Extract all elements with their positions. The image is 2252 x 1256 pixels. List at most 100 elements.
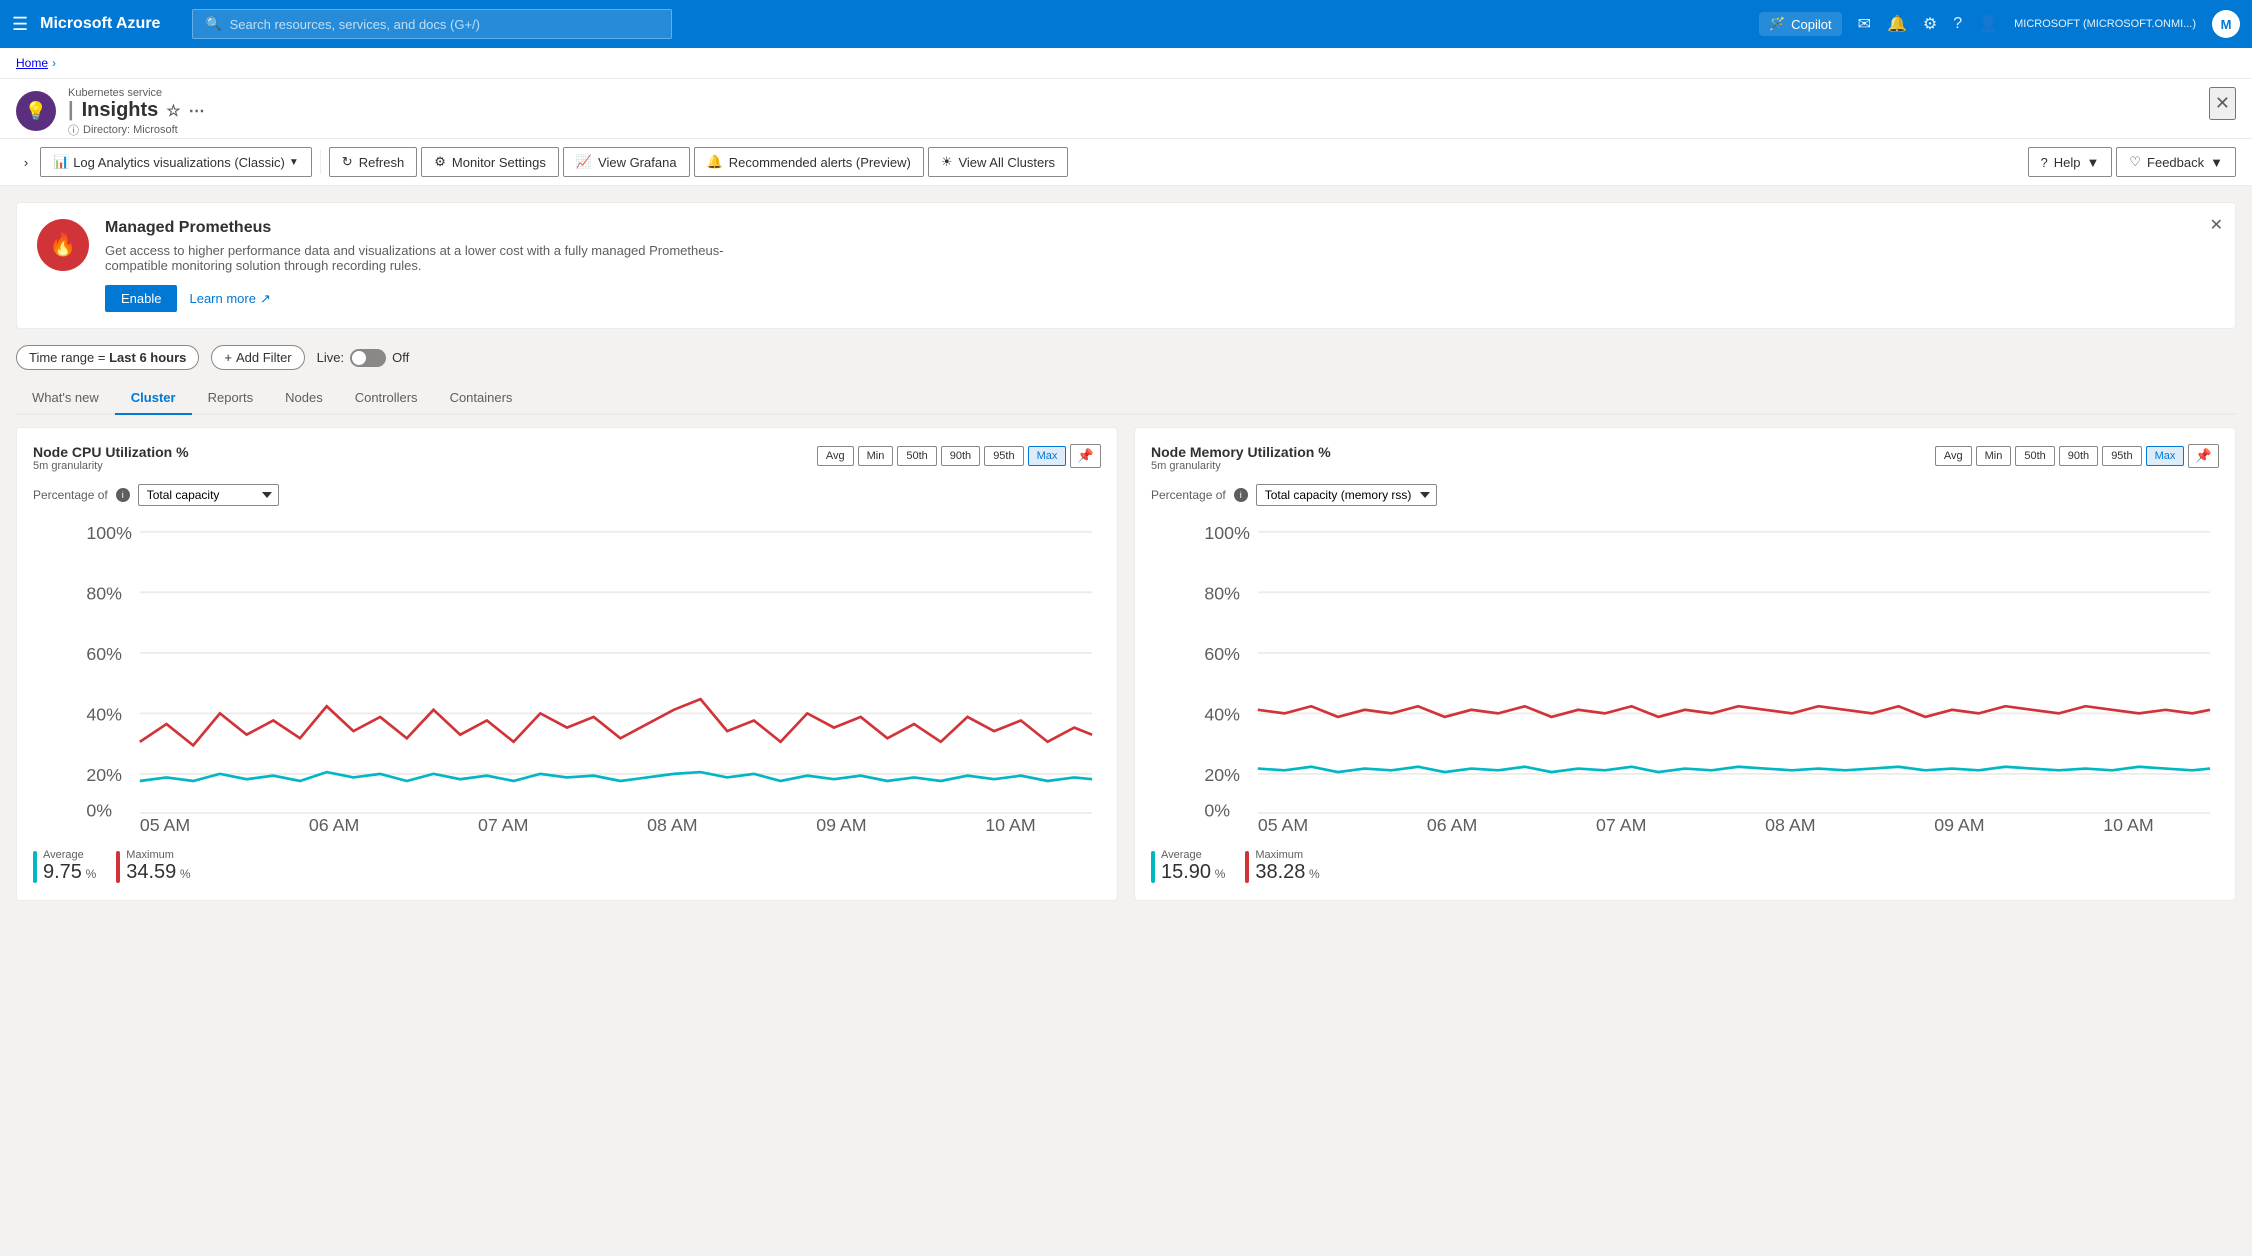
memory-info-icon[interactable]: i	[1234, 488, 1248, 502]
tab-whats-new[interactable]: What's new	[16, 382, 115, 415]
tab-containers[interactable]: Containers	[434, 382, 529, 415]
favorite-star-icon[interactable]: ☆	[166, 101, 180, 121]
toolbar-right: ? Help ▼ ♡ Feedback ▼	[2028, 147, 2236, 177]
memory-capacity-select[interactable]: Total capacity (memory rss) Total capaci…	[1256, 484, 1437, 506]
memory-90th-btn[interactable]: 90th	[2059, 446, 2098, 466]
feedback-icon[interactable]: 👤	[1978, 14, 1998, 34]
tab-controllers[interactable]: Controllers	[339, 382, 434, 415]
clusters-icon: ☀	[941, 154, 953, 170]
memory-pin-button[interactable]: 📌	[2188, 444, 2219, 468]
charts-grid: Node CPU Utilization % 5m granularity Av…	[16, 427, 2236, 901]
cpu-title-area: Node CPU Utilization % 5m granularity	[33, 444, 189, 472]
cpu-info-icon[interactable]: i	[116, 488, 130, 502]
hamburger-menu[interactable]: ☰	[12, 14, 28, 35]
max-swatch	[116, 851, 120, 883]
feedback-button[interactable]: ♡ Feedback ▼	[2116, 147, 2236, 177]
svg-text:20%: 20%	[86, 765, 122, 785]
cpu-capacity-select[interactable]: Total capacity Allocatable capacity	[138, 484, 279, 506]
memory-avg-btn[interactable]: Avg	[1935, 446, 1972, 466]
toolbar-divider-1	[320, 150, 321, 174]
memory-95th-btn[interactable]: 95th	[2102, 446, 2141, 466]
banner-body: Managed Prometheus Get access to higher …	[105, 219, 2215, 312]
filter-bar: Time range = Last 6 hours + Add Filter L…	[16, 345, 2236, 370]
live-toggle-switch[interactable]	[350, 349, 386, 367]
feedback-caret-icon: ▼	[2210, 155, 2223, 170]
svg-text:08 AM: 08 AM	[647, 815, 697, 835]
copilot-button[interactable]: 🪄 Copilot	[1759, 12, 1842, 36]
filter-plus-icon: +	[224, 350, 232, 365]
recommended-alerts-button[interactable]: 🔔 Recommended alerts (Preview)	[694, 147, 924, 177]
memory-min-btn[interactable]: Min	[1976, 446, 2012, 466]
cpu-avg-legend: Average 9.75 %	[33, 849, 96, 884]
svg-text:0%: 0%	[1204, 801, 1230, 821]
cpu-filter-row: Percentage of i Total capacity Allocatab…	[33, 484, 1101, 506]
memory-chart-header: Node Memory Utilization % 5m granularity…	[1151, 444, 2219, 472]
search-icon: 🔍	[205, 16, 221, 32]
tab-cluster[interactable]: Cluster	[115, 382, 192, 415]
cpu-percentage-label: Percentage of	[33, 488, 108, 502]
memory-chart-svg: 100% 80% 60% 40% 20% 0% 05 AM 06 AM	[1151, 514, 2219, 834]
home-link[interactable]: Home	[16, 56, 48, 70]
tab-reports[interactable]: Reports	[192, 382, 270, 415]
prometheus-icon: 🔥	[37, 219, 89, 271]
tab-nodes[interactable]: Nodes	[269, 382, 339, 415]
memory-max-legend: Maximum 38.28 %	[1245, 849, 1319, 884]
view-selector-label: Log Analytics visualizations (Classic)	[73, 155, 285, 170]
svg-text:40%: 40%	[1204, 704, 1240, 724]
bell-icon[interactable]: 🔔	[1887, 14, 1907, 34]
user-info: MICROSOFT (MICROSOFT.ONMI...)	[2014, 18, 2196, 30]
enable-button[interactable]: Enable	[105, 285, 177, 312]
cpu-avg-btn[interactable]: Avg	[817, 446, 854, 466]
time-range-button[interactable]: Time range = Last 6 hours	[16, 345, 199, 370]
view-grafana-button[interactable]: 📈 View Grafana	[563, 147, 690, 177]
view-grafana-label: View Grafana	[598, 155, 677, 170]
add-filter-button[interactable]: + Add Filter	[211, 345, 304, 370]
cpu-90th-btn[interactable]: 90th	[941, 446, 980, 466]
memory-max-swatch	[1245, 851, 1249, 883]
feedback-label: Feedback	[2147, 155, 2204, 170]
azure-logo: Microsoft Azure	[40, 15, 160, 33]
refresh-button[interactable]: ↻ Refresh	[329, 147, 417, 177]
help-button[interactable]: ? Help ▼	[2028, 147, 2113, 177]
cpu-chart-controls: Avg Min 50th 90th 95th Max 📌	[817, 444, 1101, 468]
memory-50th-btn[interactable]: 50th	[2015, 446, 2054, 466]
info-icon: ⓘ	[68, 122, 79, 138]
search-input[interactable]	[230, 17, 660, 32]
managed-prometheus-banner: 🔥 Managed Prometheus Get access to highe…	[16, 202, 2236, 329]
cpu-50th-btn[interactable]: 50th	[897, 446, 936, 466]
cpu-min-btn[interactable]: Min	[858, 446, 894, 466]
add-filter-label: Add Filter	[236, 350, 292, 365]
monitor-settings-button[interactable]: ⚙ Monitor Settings	[421, 147, 559, 177]
more-options-icon[interactable]: ⋯	[189, 101, 205, 121]
memory-max-btn[interactable]: Max	[2146, 446, 2185, 466]
svg-text:07 AM: 07 AM	[1596, 815, 1646, 835]
cpu-avg-value-row: 9.75 %	[43, 861, 96, 884]
view-selector-button[interactable]: 📊 Log Analytics visualizations (Classic)…	[40, 147, 312, 177]
toolbar: › 📊 Log Analytics visualizations (Classi…	[0, 139, 2252, 186]
live-toggle: Live: Off	[317, 349, 410, 367]
heart-icon: ♡	[2129, 154, 2141, 170]
close-button[interactable]: ✕	[2209, 87, 2236, 120]
nav-icons: 🪄 Copilot ✉ 🔔 ⚙ ? 👤 MICROSOFT (MICROSOFT…	[1759, 10, 2240, 38]
page-header: 💡 Kubernetes service | Insights ☆ ⋯ ⓘ Di…	[0, 79, 2252, 139]
memory-chart-legend: Average 15.90 % Maximum 38.28 %	[1151, 849, 2219, 884]
cpu-chart-subtitle: 5m granularity	[33, 460, 189, 472]
cpu-max-btn[interactable]: Max	[1028, 446, 1067, 466]
banner-close-button[interactable]: ✕	[2210, 215, 2223, 235]
expand-nav-button[interactable]: ›	[16, 152, 36, 172]
search-bar[interactable]: 🔍	[192, 9, 672, 39]
cpu-pin-button[interactable]: 📌	[1070, 444, 1101, 468]
memory-max-info: Maximum 38.28 %	[1255, 849, 1319, 884]
mail-icon[interactable]: ✉	[1858, 14, 1871, 34]
svg-text:10 AM: 10 AM	[985, 815, 1035, 835]
memory-chart-subtitle: 5m granularity	[1151, 460, 1331, 472]
avatar[interactable]: M	[2212, 10, 2240, 38]
monitor-settings-label: Monitor Settings	[452, 155, 546, 170]
svg-text:80%: 80%	[86, 583, 122, 603]
cpu-95th-btn[interactable]: 95th	[984, 446, 1023, 466]
memory-avg-info: Average 15.90 %	[1161, 849, 1225, 884]
learn-more-link[interactable]: Learn more ↗	[189, 291, 270, 307]
help-icon[interactable]: ?	[1953, 15, 1962, 33]
view-all-clusters-button[interactable]: ☀ View All Clusters	[928, 147, 1068, 177]
settings-icon[interactable]: ⚙	[1923, 14, 1937, 34]
